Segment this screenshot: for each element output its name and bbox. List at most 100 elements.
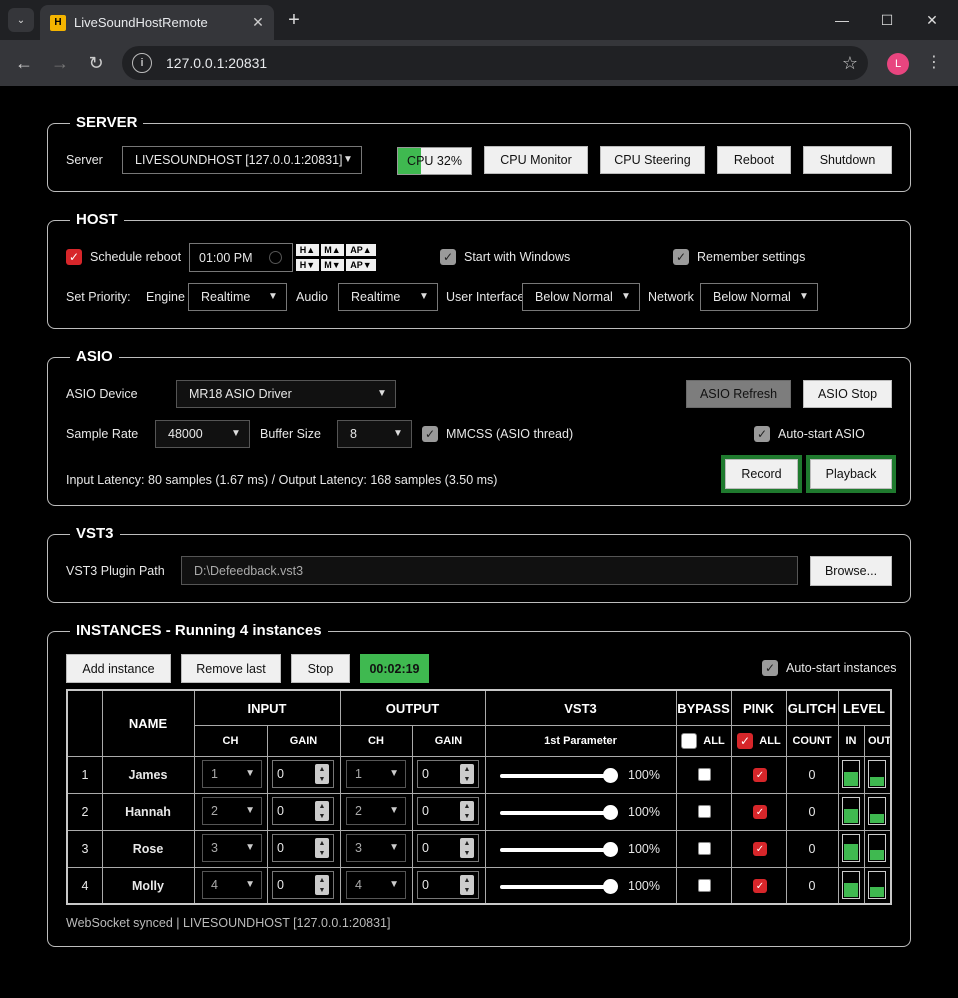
first-parameter-slider[interactable] <box>500 768 618 783</box>
output-channel-select[interactable]: 1 ▼ <box>346 760 406 788</box>
pink-noise-checkbox[interactable]: ✓ <box>753 805 767 819</box>
level-out-meter <box>868 871 886 899</box>
input-gain-input[interactable]: 0 ▲ ▼ <box>272 834 334 862</box>
spinner-arrows-icon[interactable]: ▲ ▼ <box>460 875 474 895</box>
auto-start-instances-checkbox[interactable]: ✓ <box>762 660 778 676</box>
ui-priority-select[interactable]: Below Normal ▼ <box>522 283 640 311</box>
bypass-checkbox[interactable] <box>698 805 711 818</box>
reboot-time-input[interactable]: 01:00 PM <box>189 243 293 272</box>
remove-last-button[interactable]: Remove last <box>181 654 281 683</box>
url-field[interactable]: i 127.0.0.1:20831 ☆ <box>122 46 868 80</box>
site-info-icon[interactable]: i <box>132 53 152 73</box>
back-arrow-icon[interactable]: ← <box>11 50 37 76</box>
browser-tab[interactable]: H LiveSoundHostRemote ✕ <box>40 5 274 40</box>
bypass-checkbox[interactable] <box>698 842 711 855</box>
cpu-monitor-button[interactable]: CPU Monitor <box>484 146 588 174</box>
shutdown-button[interactable]: Shutdown <box>803 146 892 174</box>
output-gain-input[interactable]: 0 ▲ ▼ <box>417 834 479 862</box>
spinner-arrows-icon[interactable]: ▲ ▼ <box>460 764 474 784</box>
audio-priority-select[interactable]: Realtime ▼ <box>338 283 438 311</box>
spinner-arrows-icon[interactable]: ▲ ▼ <box>315 875 329 895</box>
slider-thumb[interactable] <box>603 805 618 820</box>
instances-legend: INSTANCES - Running 4 instances <box>70 622 328 640</box>
close-window-icon[interactable]: ✕ <box>912 6 952 34</box>
output-channel-select[interactable]: 2 ▼ <box>346 797 406 825</box>
pink-noise-checkbox[interactable]: ✓ <box>753 768 767 782</box>
record-button[interactable]: Record <box>721 455 802 493</box>
first-parameter-slider[interactable] <box>500 805 618 820</box>
stop-instances-button[interactable]: Stop <box>291 654 350 683</box>
first-parameter-slider[interactable] <box>500 842 618 857</box>
spinner-arrows-icon[interactable]: ▲ ▼ <box>460 838 474 858</box>
output-gain-input[interactable]: 0 ▲ ▼ <box>417 797 479 825</box>
cpu-steering-button[interactable]: CPU Steering <box>600 146 705 174</box>
vst3-path-input[interactable]: D:\Defeedback.vst3 <box>181 556 798 585</box>
first-parameter-slider[interactable] <box>500 879 618 894</box>
asio-stop-button[interactable]: ASIO Stop <box>803 380 892 408</box>
browse-button[interactable]: Browse... <box>810 556 892 586</box>
input-channel-select[interactable]: 2 ▼ <box>202 797 262 825</box>
ampm-down-button[interactable]: AP▼ <box>346 259 376 271</box>
bypass-checkbox[interactable] <box>698 879 711 892</box>
sample-rate-select[interactable]: 48000 ▼ <box>155 420 250 448</box>
server-select[interactable]: LIVESOUNDHOST [127.0.0.1:20831] ▼ <box>122 146 362 174</box>
bypass-checkbox[interactable] <box>698 768 711 781</box>
spinner-arrows-icon[interactable]: ▲ ▼ <box>460 801 474 821</box>
input-channel-select[interactable]: 3 ▼ <box>202 834 262 862</box>
bypass-all-checkbox[interactable] <box>681 733 697 749</box>
spinner-arrows-icon[interactable]: ▲ ▼ <box>315 838 329 858</box>
auto-start-asio-checkbox[interactable]: ✓ <box>754 426 770 442</box>
new-tab-plus-icon[interactable]: + <box>282 8 306 32</box>
schedule-reboot-checkbox[interactable]: ✓ <box>66 249 82 265</box>
asio-refresh-button[interactable]: ASIO Refresh <box>686 380 791 408</box>
input-gain-input[interactable]: 0 ▲ ▼ <box>272 871 334 899</box>
output-channel-select[interactable]: 3 ▼ <box>346 834 406 862</box>
input-channel-value: 2 <box>211 804 218 818</box>
pink-noise-checkbox[interactable]: ✓ <box>753 842 767 856</box>
reboot-button[interactable]: Reboot <box>717 146 791 174</box>
asio-device-value: MR18 ASIO Driver <box>189 387 292 401</box>
add-instance-button[interactable]: Add instance <box>66 654 171 683</box>
output-channel-value: 1 <box>355 767 362 781</box>
hour-up-button[interactable]: H▲ <box>296 244 319 256</box>
mmcss-checkbox[interactable]: ✓ <box>422 426 438 442</box>
tab-search-chevron-icon[interactable]: ⌄ <box>8 8 34 32</box>
profile-avatar[interactable]: L <box>887 53 909 75</box>
spinner-arrows-icon[interactable]: ▲ ▼ <box>315 801 329 821</box>
input-channel-select[interactable]: 1 ▼ <box>202 760 262 788</box>
network-priority-select[interactable]: Below Normal ▼ <box>700 283 818 311</box>
output-gain-input[interactable]: 0 ▲ ▼ <box>417 871 479 899</box>
pink-all-checkbox[interactable]: ✓ <box>737 733 753 749</box>
slider-thumb[interactable] <box>603 842 618 857</box>
slider-thumb[interactable] <box>603 768 618 783</box>
reload-icon[interactable]: ↻ <box>83 50 109 76</box>
output-channel-select[interactable]: 4 ▼ <box>346 871 406 899</box>
start-with-windows-label: Start with Windows <box>464 250 571 264</box>
maximize-icon[interactable]: ☐ <box>867 6 907 34</box>
clock-icon[interactable] <box>269 251 282 264</box>
input-gain-input[interactable]: 0 ▲ ▼ <box>272 760 334 788</box>
buffer-size-select[interactable]: 8 ▼ <box>337 420 412 448</box>
browser-menu-icon[interactable]: ⋮ <box>924 52 944 72</box>
pink-noise-checkbox[interactable]: ✓ <box>753 879 767 893</box>
minimize-icon[interactable]: — <box>822 6 862 34</box>
playback-button[interactable]: Playback <box>806 455 896 493</box>
output-gain-input[interactable]: 0 ▲ ▼ <box>417 760 479 788</box>
input-channel-select[interactable]: 4 ▼ <box>202 871 262 899</box>
start-with-windows-checkbox[interactable]: ✓ <box>440 249 456 265</box>
remember-settings-checkbox[interactable]: ✓ <box>673 249 689 265</box>
input-gain-input[interactable]: 0 ▲ ▼ <box>272 797 334 825</box>
ampm-up-button[interactable]: AP▲ <box>346 244 376 256</box>
slider-thumb[interactable] <box>603 879 618 894</box>
minute-up-button[interactable]: M▲ <box>321 244 344 256</box>
minute-down-button[interactable]: M▼ <box>321 259 344 271</box>
input-channel-value: 4 <box>211 878 218 892</box>
engine-priority-select[interactable]: Realtime ▼ <box>188 283 287 311</box>
asio-device-select[interactable]: MR18 ASIO Driver ▼ <box>176 380 396 408</box>
spinner-arrows-icon[interactable]: ▲ ▼ <box>315 764 329 784</box>
close-tab-icon[interactable]: ✕ <box>248 13 268 33</box>
hour-down-button[interactable]: H▼ <box>296 259 319 271</box>
forward-arrow-icon[interactable]: → <box>47 50 73 76</box>
bookmark-star-icon[interactable]: ☆ <box>842 53 858 74</box>
output-gain-value: 0 <box>422 804 429 818</box>
